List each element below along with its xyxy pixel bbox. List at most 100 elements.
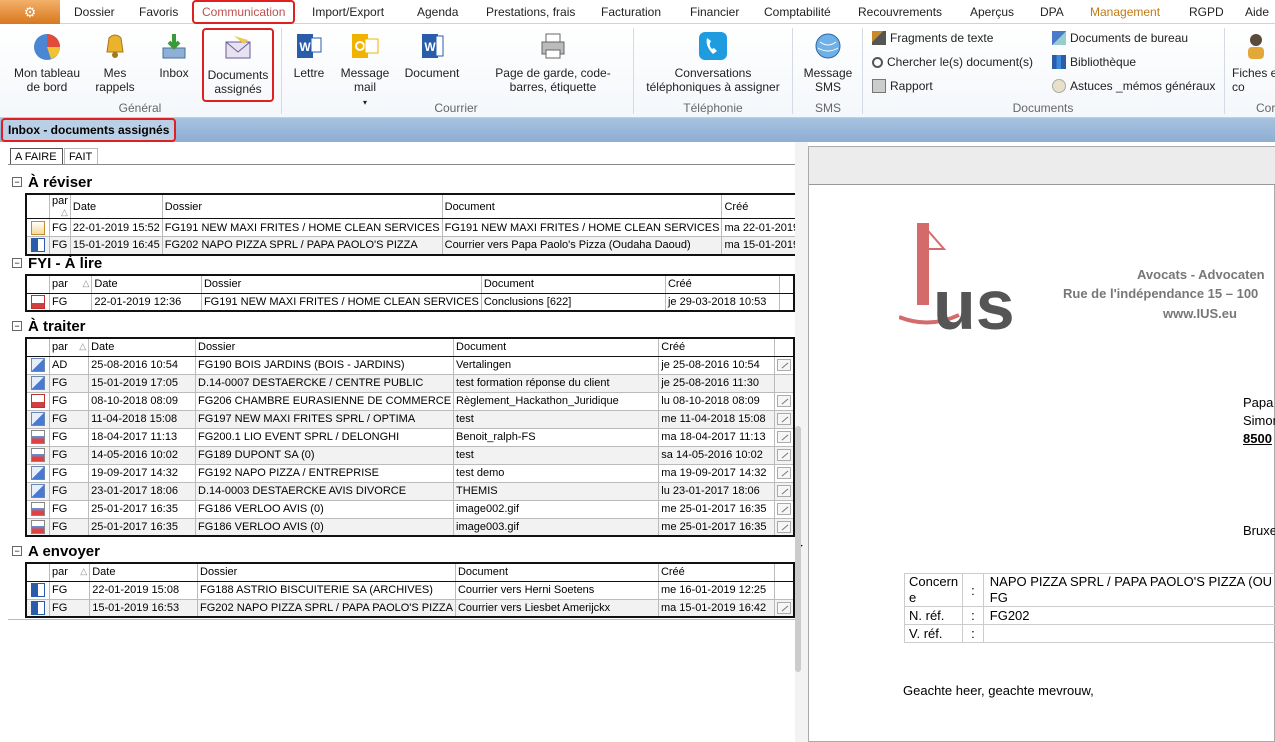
note-edit-icon[interactable] [776,520,791,533]
table-row[interactable]: AD 25-08-2016 10:54 FG190 BOIS JARDINS (BO… [25,355,795,375]
note-edit-icon[interactable] [776,359,791,372]
document-button[interactable]: W Document [400,30,464,80]
menu-facturation[interactable]: Facturation [601,0,661,24]
column-cree[interactable]: Créé [657,562,775,582]
menu-management[interactable]: Management [1090,0,1160,24]
row-note[interactable] [773,580,795,600]
tips-button[interactable]: Astuces _mémos généraux [1052,79,1215,93]
section-header[interactable]: − A envoyer [12,542,100,560]
menu-dpa[interactable]: DPA [1040,0,1064,24]
menu-dossier[interactable]: Dossier [74,0,115,24]
column-date[interactable]: Date [69,193,163,219]
mail-button[interactable]: Message mail ▾ [338,30,392,110]
assigned-documents-button[interactable]: Documents assignés [202,28,274,102]
table-row[interactable]: FG 15-01-2019 16:45 FG202 NAPO PIZZA SPRL … [25,236,853,255]
column-document[interactable]: Document [454,562,659,582]
table-row[interactable]: FG 19-09-2017 14:32 FG192 NAPO PIZZA / ENT… [25,463,795,483]
scrollbar[interactable] [795,426,801,672]
text-fragments-button[interactable]: Fragments de texte [872,31,993,45]
column-date[interactable]: Date [88,337,196,357]
menu-import-export[interactable]: Import/Export [312,0,384,24]
table-row[interactable]: FG 22-01-2019 15:52 FG191 NEW MAXI FRITES … [25,218,853,237]
table-row[interactable]: FG 25-01-2017 16:35 FG186 VERLOO AVIS (0) i… [25,517,795,537]
column-cree[interactable]: Créé [664,274,780,294]
table-row[interactable]: FG 08-10-2018 08:09 FG206 CHAMBRE EURASIEN… [25,391,795,411]
table-row[interactable]: FG 22-01-2019 15:08 FG188 ASTRIO BISCUITER… [25,580,795,600]
column-dossier[interactable]: Dossier [197,562,456,582]
app-menu-button[interactable]: ⚙ [0,0,60,24]
menu-communication[interactable]: Communication [192,0,296,24]
column-par[interactable]: par △ [48,562,91,582]
sheets-button[interactable]: Fiches et co [1232,30,1275,94]
menu-prestations[interactable]: Prestations, frais [486,0,575,24]
row-note[interactable] [773,427,795,447]
row-note[interactable] [773,481,795,501]
column-par[interactable]: par △ [48,274,93,294]
note-edit-icon[interactable] [776,467,791,480]
row-note[interactable] [773,373,795,393]
column-cree[interactable]: Créé [658,337,775,357]
phone-conversations-button[interactable]: Conversations téléphoniques à assigner [641,30,785,94]
menu-comptabilite[interactable]: Comptabilité [764,0,831,24]
menu-agenda[interactable]: Agenda [417,0,458,24]
table-row[interactable]: FG 14-05-2016 10:02 FG189 DUPONT SA (0) tes… [25,445,795,465]
collapse-icon[interactable]: − [12,258,22,268]
table-row[interactable]: FG 15-01-2019 17:05 D.14-0007 DESTAERCKE /… [25,373,795,393]
note-edit-icon[interactable] [776,431,791,444]
table-row[interactable]: FG 15-01-2019 16:53 FG202 NAPO PIZZA SPRL … [25,598,795,618]
tab-fait[interactable]: FAIT [64,148,98,165]
section-header[interactable]: − FYI - À lire [12,254,102,272]
column-dossier[interactable]: Dossier [161,193,443,219]
table-row[interactable]: FG 22-01-2019 12:36 FG191 NEW MAXI FRITES … [25,292,795,312]
column-dossier[interactable]: Dossier [200,274,482,294]
row-note[interactable] [773,517,795,537]
menu-rgpd[interactable]: RGPD [1189,0,1224,24]
sms-button[interactable]: Message SMS [800,30,856,94]
table-row[interactable]: FG 25-01-2017 16:35 FG186 VERLOO AVIS (0) i… [25,499,795,519]
row-note[interactable] [773,499,795,519]
note-edit-icon[interactable] [776,413,791,426]
row-note[interactable] [778,292,795,312]
inbox-button[interactable]: Inbox [152,30,196,80]
section-header[interactable]: − À traiter [12,317,86,335]
row-note[interactable] [773,355,795,375]
menu-financier[interactable]: Financier [690,0,739,24]
dashboard-button[interactable]: Mon tableau de bord [8,30,86,94]
row-note[interactable] [773,445,795,465]
note-edit-icon[interactable] [776,395,791,408]
table-row[interactable]: FG 11-04-2018 15:08 FG197 NEW MAXI FRITES … [25,409,795,429]
collapse-icon[interactable]: − [12,177,22,187]
tab-a-faire[interactable]: A FAIRE [10,148,63,165]
row-note[interactable] [773,463,795,483]
column-dossier[interactable]: Dossier [194,337,455,357]
collapse-icon[interactable]: − [12,546,22,556]
column-par[interactable]: par △ [48,337,90,357]
table-row[interactable]: FG 23-01-2017 18:06 D.14-0003 DESTAERCKE A… [25,481,795,501]
row-note[interactable] [773,598,795,618]
column-par[interactable]: par △ [49,193,71,219]
menu-recouvrements[interactable]: Recouvrements [858,0,942,24]
note-edit-icon[interactable] [776,485,791,498]
collapse-icon[interactable]: − [12,321,22,331]
column-date[interactable]: Date [91,274,202,294]
library-button[interactable]: Bibliothèque [1052,55,1136,69]
column-document[interactable]: Document [453,337,660,357]
note-edit-icon[interactable] [776,601,791,614]
report-button[interactable]: Rapport [872,79,933,93]
note-edit-icon[interactable] [776,503,791,516]
letter-button[interactable]: W Lettre [288,30,330,80]
table-row[interactable]: FG 18-04-2017 11:13 FG200.1 LIO EVENT SPRL… [25,427,795,447]
column-document[interactable]: Document [480,274,666,294]
office-documents-button[interactable]: Documents de bureau [1052,31,1188,45]
column-date[interactable]: Date [89,562,199,582]
row-note[interactable] [773,391,795,411]
reminders-button[interactable]: Mes rappels [92,30,138,94]
row-note[interactable] [773,409,795,429]
menu-apercus[interactable]: Aperçus [970,0,1014,24]
cover-page-button[interactable]: Page de garde, code-barres, étiquette [482,30,624,94]
menu-aide[interactable]: Aide [1245,0,1269,24]
menu-favoris[interactable]: Favoris [139,0,178,24]
column-document[interactable]: Document [441,193,723,219]
note-edit-icon[interactable] [776,449,791,462]
search-documents-button[interactable]: Chercher le(s) document(s) [872,55,1033,69]
